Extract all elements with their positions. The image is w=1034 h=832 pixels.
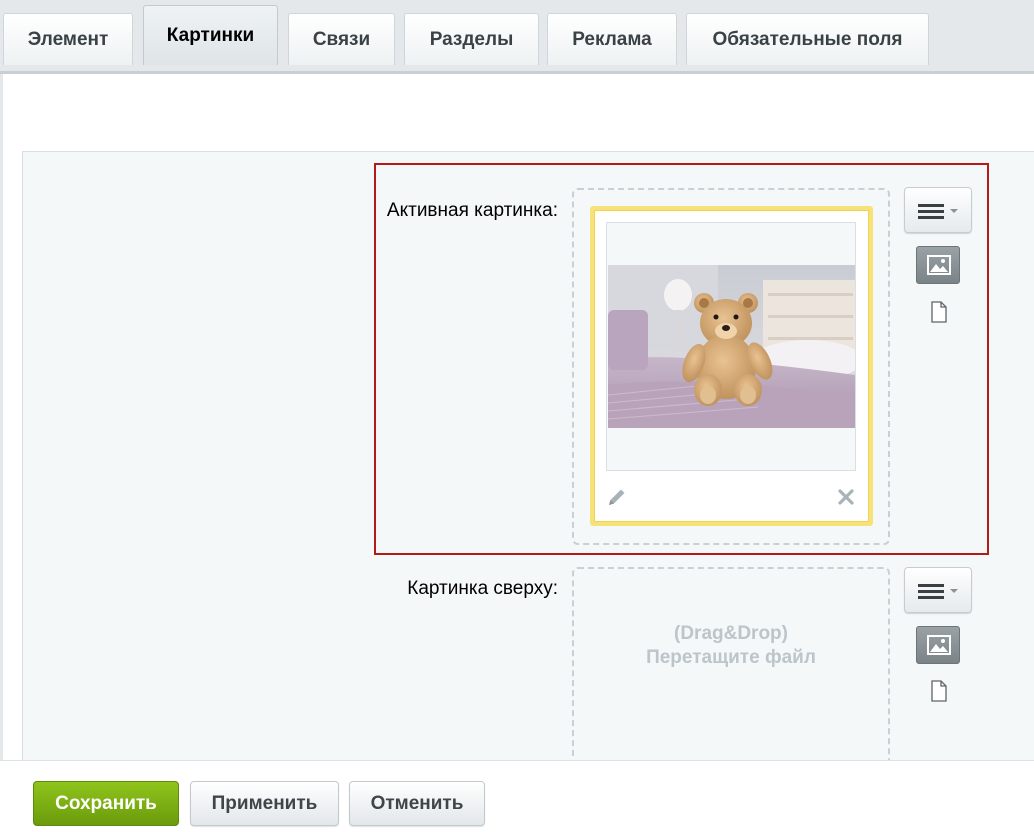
tab-element[interactable]: Элемент (3, 13, 133, 65)
content-top-spacer (0, 74, 1034, 152)
active-picture-menu-button[interactable] (904, 187, 972, 233)
save-button-label: Сохранить (55, 792, 157, 814)
file-icon[interactable] (929, 680, 949, 706)
tab-label: Обязательные поля (712, 28, 903, 50)
content-left-strip (0, 152, 22, 764)
image-source-button[interactable] (916, 246, 960, 284)
dropzone-hint-line1: (Drag&Drop) (674, 623, 788, 644)
apply-button-label: Применить (211, 792, 318, 814)
close-icon[interactable] (836, 487, 856, 507)
tab-pictures[interactable]: Картинки (143, 5, 278, 65)
dropzone-hint: (Drag&Drop) Перетащите файл (573, 622, 889, 670)
apply-button[interactable]: Применить (190, 781, 339, 826)
menu-icon (918, 584, 958, 599)
tab-bar: Элемент Картинки Связи Разделы Реклама О… (0, 0, 1034, 74)
tab-label: Реклама (572, 28, 652, 50)
cancel-button[interactable]: Отменить (349, 781, 485, 826)
active-picture-label: Активная картинка: (386, 200, 558, 221)
file-icon[interactable] (929, 301, 949, 327)
dropzone-hint-line2: Перетащите файл (646, 647, 816, 668)
top-picture-label: Картинка сверху: (407, 578, 558, 599)
image-icon (927, 635, 951, 655)
image-source-button[interactable] (916, 626, 960, 664)
tab-label: Элемент (27, 28, 109, 50)
tab-advertising[interactable]: Реклама (547, 13, 677, 65)
tab-label: Картинки (166, 24, 255, 46)
tab-label: Разделы (429, 28, 514, 50)
tab-required-fields[interactable]: Обязательные поля (686, 13, 929, 65)
tab-label: Связи (312, 28, 371, 50)
top-picture-dropzone[interactable] (572, 567, 890, 777)
tab-sections[interactable]: Разделы (404, 13, 539, 65)
cancel-button-label: Отменить (370, 792, 464, 814)
save-button[interactable]: Сохранить (33, 781, 179, 826)
image-icon (927, 255, 951, 275)
top-picture-menu-button[interactable] (904, 567, 972, 613)
pencil-icon[interactable] (606, 486, 628, 508)
tab-links[interactable]: Связи (288, 13, 395, 65)
menu-icon (918, 204, 958, 219)
teddy-bear-photo (608, 265, 855, 428)
